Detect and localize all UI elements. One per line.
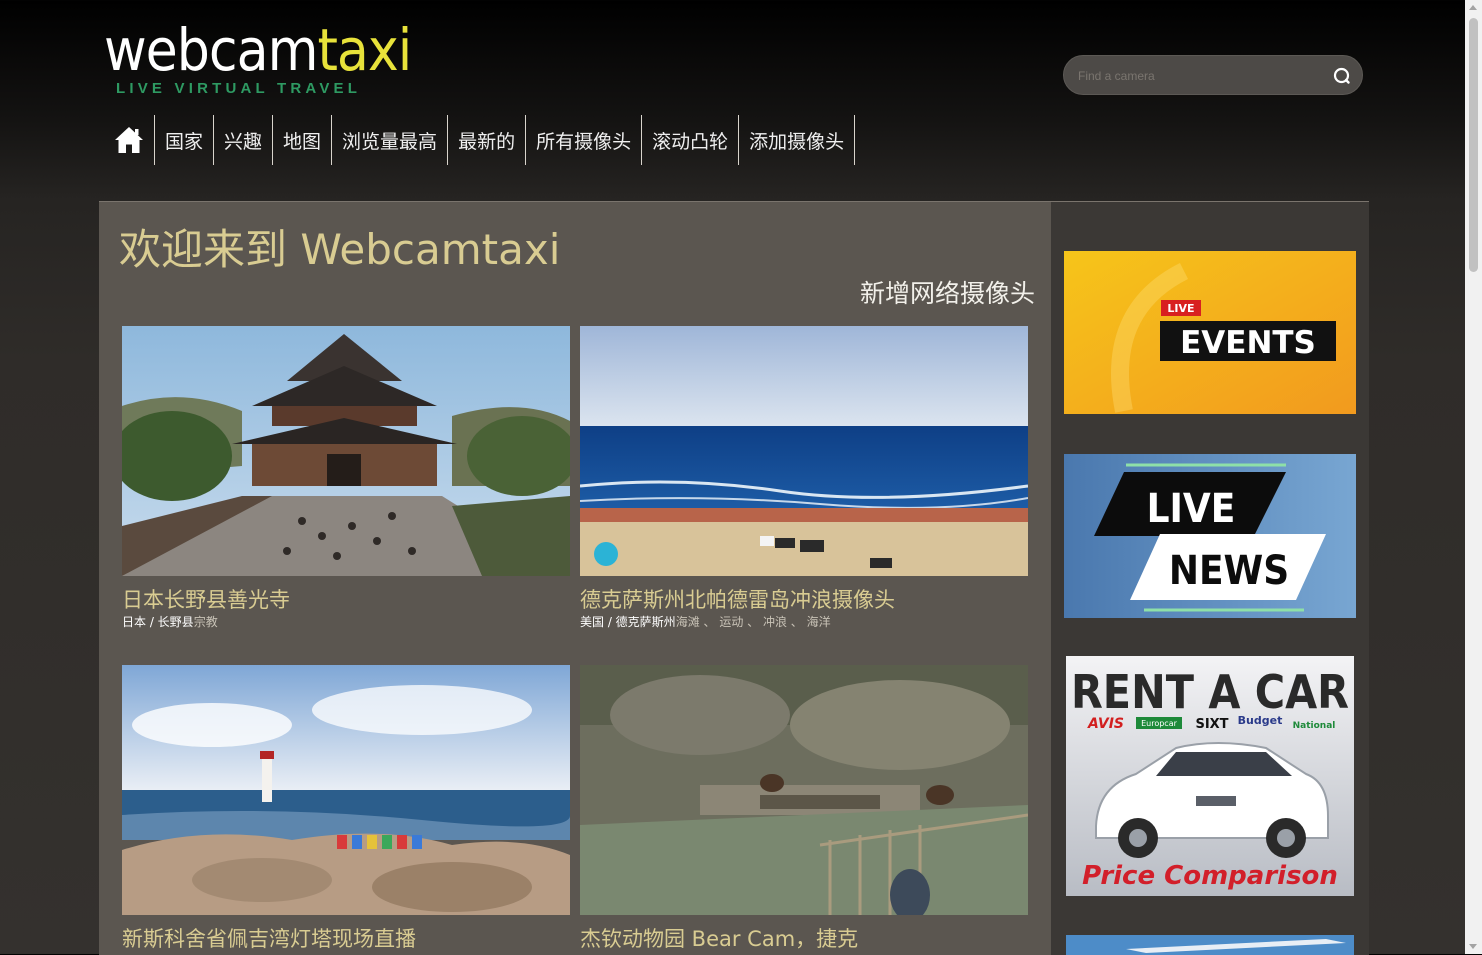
- main-content: 欢迎来到 Webcamtaxi 新增网络摄像头 日本长野县善光寺 日本 / 长野…: [99, 201, 1051, 955]
- ad-events-text: EVENTS: [1180, 325, 1316, 361]
- nav-home[interactable]: [104, 115, 155, 165]
- page-title: 欢迎来到 Webcamtaxi: [119, 225, 561, 274]
- ad-news-line2: NEWS: [1169, 548, 1289, 594]
- nav-latest[interactable]: 最新的: [448, 115, 527, 165]
- logo-wordmark: webcamtaxi: [104, 16, 412, 84]
- webcam-location-padre-island[interactable]: 美国 / 德克萨斯州: [580, 615, 676, 629]
- webcam-location-zenkoji[interactable]: 日本 / 长野县: [122, 615, 194, 629]
- logo-taxi-text: taxi: [317, 16, 412, 84]
- scroll-up-arrow-icon[interactable]: [1469, 5, 1477, 10]
- nav-interests[interactable]: 兴趣: [214, 115, 274, 165]
- nav-all-cameras[interactable]: 所有摄像头: [526, 115, 643, 165]
- ad-brand-sixt: SIXT: [1195, 717, 1228, 732]
- search-icon[interactable]: [1332, 66, 1352, 86]
- ad-live-news[interactable]: LIVE NEWS: [1064, 454, 1356, 618]
- webcam-title-zenkoji[interactable]: 日本长野县善光寺: [122, 586, 570, 614]
- logo-tagline: LIVE VIRTUAL TRAVEL: [116, 80, 362, 97]
- ad-brand-budget: Budget: [1238, 714, 1283, 727]
- search-box: [1063, 55, 1363, 95]
- ad-rent-a-car-title: RENT A CAR: [1071, 665, 1349, 719]
- webcam-tags-zenkoji[interactable]: 宗教: [194, 615, 218, 629]
- webcam-tags-padre-island[interactable]: 海滩 、 运动 、 冲浪 、 海洋: [676, 615, 831, 629]
- logo-webcam-text: webcam: [104, 16, 318, 84]
- section-title-new-webcams: 新增网络摄像头: [859, 279, 1035, 308]
- webcam-title-peggys-cove[interactable]: 新斯科舍省佩吉湾灯塔现场直播: [122, 925, 570, 953]
- scroll-thumb[interactable]: [1469, 18, 1478, 272]
- page-scrollbar[interactable]: [1465, 0, 1482, 954]
- ad-flights[interactable]: [1066, 935, 1354, 955]
- webcam-card-zenkoji: 日本长野县善光寺 日本 / 长野县宗教: [122, 326, 570, 630]
- site-logo[interactable]: webcamtaxi LIVE VIRTUAL TRAVEL: [104, 18, 412, 102]
- nav-most-viewed[interactable]: 浏览量最高: [332, 115, 449, 165]
- webcam-thumbnail-zenkoji[interactable]: [122, 326, 570, 576]
- ad-rent-a-car[interactable]: RENT A CAR AVIS Europcar SIXT Budget Nat…: [1066, 656, 1354, 896]
- ad-brand-national: National: [1293, 721, 1336, 731]
- webcam-title-bear-cam[interactable]: 杰钦动物园 Bear Cam，捷克: [580, 925, 1028, 953]
- webcam-thumbnail-padre-island[interactable]: [580, 326, 1028, 576]
- scroll-down-arrow-icon[interactable]: [1469, 944, 1477, 949]
- ad-brand-avis: AVIS: [1087, 716, 1124, 732]
- webcam-title-padre-island[interactable]: 德克萨斯州北帕德雷岛冲浪摄像头: [580, 586, 1028, 614]
- home-icon: [115, 127, 143, 153]
- webcam-thumbnail-peggys-cove[interactable]: [122, 665, 570, 915]
- search-input[interactable]: [1076, 65, 1320, 87]
- ad-live-badge: LIVE: [1167, 302, 1194, 315]
- nav-scrolling-cams[interactable]: 滚动凸轮: [642, 115, 740, 165]
- webcam-card-peggys-cove: 新斯科舍省佩吉湾灯塔现场直播: [122, 665, 570, 953]
- ad-brand-europcar: Europcar: [1141, 719, 1178, 728]
- webcam-card-bear-cam: 杰钦动物园 Bear Cam，捷克: [580, 665, 1028, 953]
- webcam-meta-padre-island: 美国 / 德克萨斯州海滩 、 运动 、 冲浪 、 海洋: [580, 614, 1028, 630]
- ad-live-events[interactable]: LIVE EVENTS: [1064, 251, 1356, 414]
- sidebar: LIVE EVENTS LIVE NEWS RENT A CAR AVIS Eu…: [1051, 201, 1369, 955]
- webcam-card-padre-island: 德克萨斯州北帕德雷岛冲浪摄像头 美国 / 德克萨斯州海滩 、 运动 、 冲浪 、…: [580, 326, 1028, 630]
- nav-countries[interactable]: 国家: [155, 115, 215, 165]
- nav-map[interactable]: 地图: [273, 115, 333, 165]
- ad-price-comparison: Price Comparison: [1082, 861, 1338, 891]
- main-nav: 国家 兴趣 地图 浏览量最高 最新的 所有摄像头 滚动凸轮 添加摄像头: [104, 115, 856, 165]
- nav-add-camera[interactable]: 添加摄像头: [739, 115, 856, 165]
- ad-news-line1: LIVE: [1147, 486, 1236, 532]
- webcam-meta-zenkoji: 日本 / 长野县宗教: [122, 614, 570, 630]
- webcam-thumbnail-bear-cam[interactable]: [580, 665, 1028, 915]
